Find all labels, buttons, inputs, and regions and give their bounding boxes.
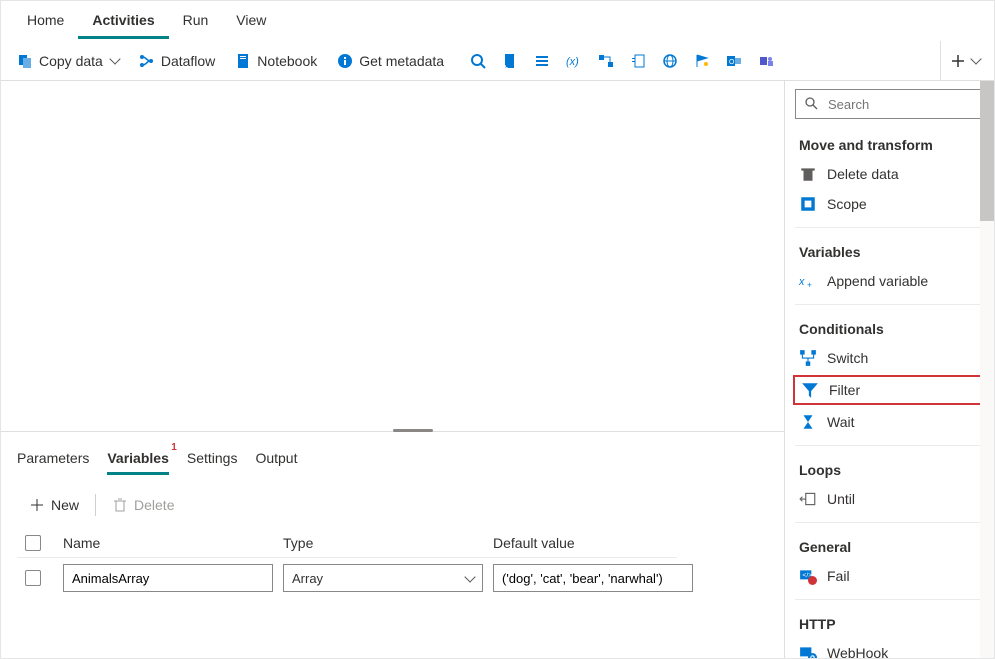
vertical-scrollbar[interactable] [980, 81, 994, 658]
panel-tab-variables[interactable]: Variables 1 [107, 444, 169, 475]
select-all-checkbox[interactable] [25, 535, 41, 551]
divider [95, 494, 96, 516]
activity-wait[interactable]: Wait [785, 407, 994, 437]
teams-button[interactable] [750, 45, 782, 77]
pipeline-canvas[interactable] [1, 81, 784, 431]
variable-name-input[interactable] [63, 564, 273, 592]
activity-search-input[interactable] [826, 96, 975, 113]
hourglass-icon [799, 413, 817, 431]
panel-tab-output[interactable]: Output [255, 444, 297, 475]
variable-icon: (x) [566, 53, 582, 69]
dataflow-label: Dataflow [161, 53, 215, 69]
group-conditionals: Conditionals [785, 313, 994, 343]
append-variable-icon: x+ [799, 272, 817, 290]
plus-icon [950, 53, 966, 69]
chevron-down-icon [464, 571, 475, 582]
tab-activities[interactable]: Activities [78, 4, 168, 39]
dataflow-icon [139, 53, 155, 69]
activity-picker-panel: Move and transform Delete data Scope Var… [784, 81, 994, 658]
info-icon [337, 53, 353, 69]
scope-icon [799, 195, 817, 213]
flag-icon [694, 53, 710, 69]
new-variable-button[interactable]: New [21, 493, 87, 517]
deploy-button[interactable] [686, 45, 718, 77]
list-button[interactable] [526, 45, 558, 77]
webhook-icon [799, 644, 817, 658]
chevron-down-icon [970, 53, 981, 64]
activity-until[interactable]: Until [785, 484, 994, 514]
variables-count-badge: 1 [171, 442, 177, 453]
list-icon [534, 53, 550, 69]
svg-text:O: O [729, 59, 735, 66]
activity-filter[interactable]: Filter [793, 375, 986, 405]
variable-default-input[interactable] [493, 564, 693, 592]
web-button[interactable] [654, 45, 686, 77]
globe-icon [662, 53, 678, 69]
switch-icon [799, 349, 817, 367]
script-button[interactable] [494, 45, 526, 77]
outlook-icon: O [726, 53, 742, 69]
group-http: HTTP [785, 608, 994, 638]
activity-scope[interactable]: Scope [785, 189, 994, 219]
properties-panel: Parameters Variables 1 Settings Output N… [1, 431, 784, 598]
tab-home[interactable]: Home [13, 4, 78, 39]
copy-data-icon [17, 53, 33, 69]
activity-webhook[interactable]: WebHook [785, 638, 994, 658]
scrollbar-thumb[interactable] [980, 81, 994, 221]
top-nav-bar: Home Activities Run View [1, 1, 994, 41]
col-name: Name [63, 535, 273, 551]
svg-text:(x): (x) [566, 56, 579, 68]
activity-fail[interactable]: </> Fail [785, 561, 994, 591]
activity-search-box[interactable] [795, 89, 984, 119]
variable-expr-button[interactable]: (x) [558, 45, 590, 77]
svg-text:+: + [807, 280, 812, 288]
get-metadata-label: Get metadata [359, 53, 444, 69]
panel-tab-parameters[interactable]: Parameters [17, 444, 89, 475]
activity-switch[interactable]: Switch [785, 343, 994, 373]
pipeline-button[interactable] [590, 45, 622, 77]
table-row: Array [17, 558, 677, 598]
plus-icon [29, 497, 45, 513]
teams-icon [758, 53, 774, 69]
trash-icon [112, 497, 128, 513]
col-type: Type [283, 535, 483, 551]
notebook-icon [235, 53, 251, 69]
group-move-and-transform: Move and transform [785, 129, 994, 159]
tab-view[interactable]: View [222, 4, 280, 39]
tab-run[interactable]: Run [169, 4, 223, 39]
copy-data-button[interactable]: Copy data [7, 45, 129, 77]
form-icon [630, 53, 646, 69]
group-loops: Loops [785, 454, 994, 484]
activities-toolbar: Copy data Dataflow Notebook Get metadata… [1, 41, 994, 81]
group-variables: Variables [785, 236, 994, 266]
until-icon [799, 490, 817, 508]
variable-type-select[interactable]: Array [283, 564, 483, 592]
pipeline-icon [598, 53, 614, 69]
notebook-label: Notebook [257, 53, 317, 69]
outlook-button[interactable]: O [718, 45, 750, 77]
search-icon [804, 96, 820, 112]
panel-splitter-handle[interactable] [393, 429, 433, 432]
copy-data-label: Copy data [39, 53, 103, 69]
dataflow-button[interactable]: Dataflow [129, 45, 225, 77]
trash-icon [799, 165, 817, 183]
form-button[interactable] [622, 45, 654, 77]
get-metadata-button[interactable]: Get metadata [327, 45, 454, 77]
chevron-down-icon [109, 53, 120, 64]
panel-tab-settings[interactable]: Settings [187, 444, 238, 475]
svg-text:x: x [799, 276, 805, 288]
row-checkbox[interactable] [25, 570, 41, 586]
search-icon [470, 53, 486, 69]
filter-icon [801, 381, 819, 399]
activity-append-variable[interactable]: x+ Append variable [785, 266, 994, 296]
col-default: Default value [493, 535, 693, 551]
activity-delete-data[interactable]: Delete data [785, 159, 994, 189]
add-activity-button[interactable] [940, 41, 988, 81]
fail-icon: </> [799, 567, 817, 585]
script-icon [502, 53, 518, 69]
group-general: General [785, 531, 994, 561]
notebook-button[interactable]: Notebook [225, 45, 327, 77]
delete-variable-button[interactable]: Delete [104, 493, 182, 517]
search-button[interactable] [462, 45, 494, 77]
